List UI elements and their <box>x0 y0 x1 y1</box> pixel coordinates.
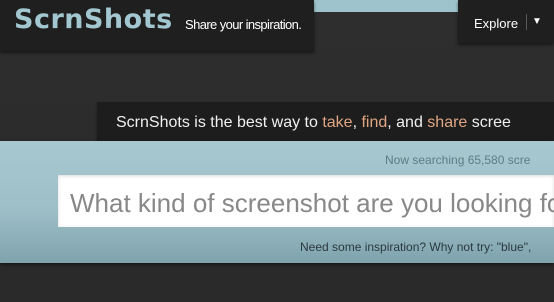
search-placeholder: What kind of screenshot are you looking … <box>70 188 554 218</box>
explore-menu-button[interactable]: Explore ▼ <box>458 0 554 43</box>
page: ScrnShots Share your inspiration. Explor… <box>0 0 554 302</box>
chevron-down-icon[interactable]: ▼ <box>532 16 542 27</box>
pitch-share: share <box>427 114 468 131</box>
pitch-sep2: , and <box>387 114 428 131</box>
search-panel: Now searching 65,580 scre What kind of s… <box>0 141 554 263</box>
search-input[interactable]: What kind of screenshot are you looking … <box>58 175 554 227</box>
pitch-find: find <box>361 114 388 131</box>
pitch-take: take <box>322 114 353 131</box>
pitch-prefix: ScrnShots is the best way to <box>116 114 323 131</box>
explore-divider <box>526 14 527 30</box>
search-count-text: Now searching 65,580 scre <box>385 153 531 167</box>
site-logo[interactable]: ScrnShots <box>14 4 173 35</box>
pitch-text: ScrnShots is the best way to take, find,… <box>116 114 511 132</box>
site-tagline: Share your inspiration. <box>185 17 302 32</box>
pitch-suffix: scree <box>467 114 511 131</box>
header-logo-area: ScrnShots Share your inspiration. <box>0 0 314 51</box>
search-suggestion-text: Need some inspiration? Why not try: "blu… <box>300 240 532 254</box>
pitch-banner: ScrnShots is the best way to take, find,… <box>97 102 554 141</box>
explore-label[interactable]: Explore <box>474 16 518 31</box>
